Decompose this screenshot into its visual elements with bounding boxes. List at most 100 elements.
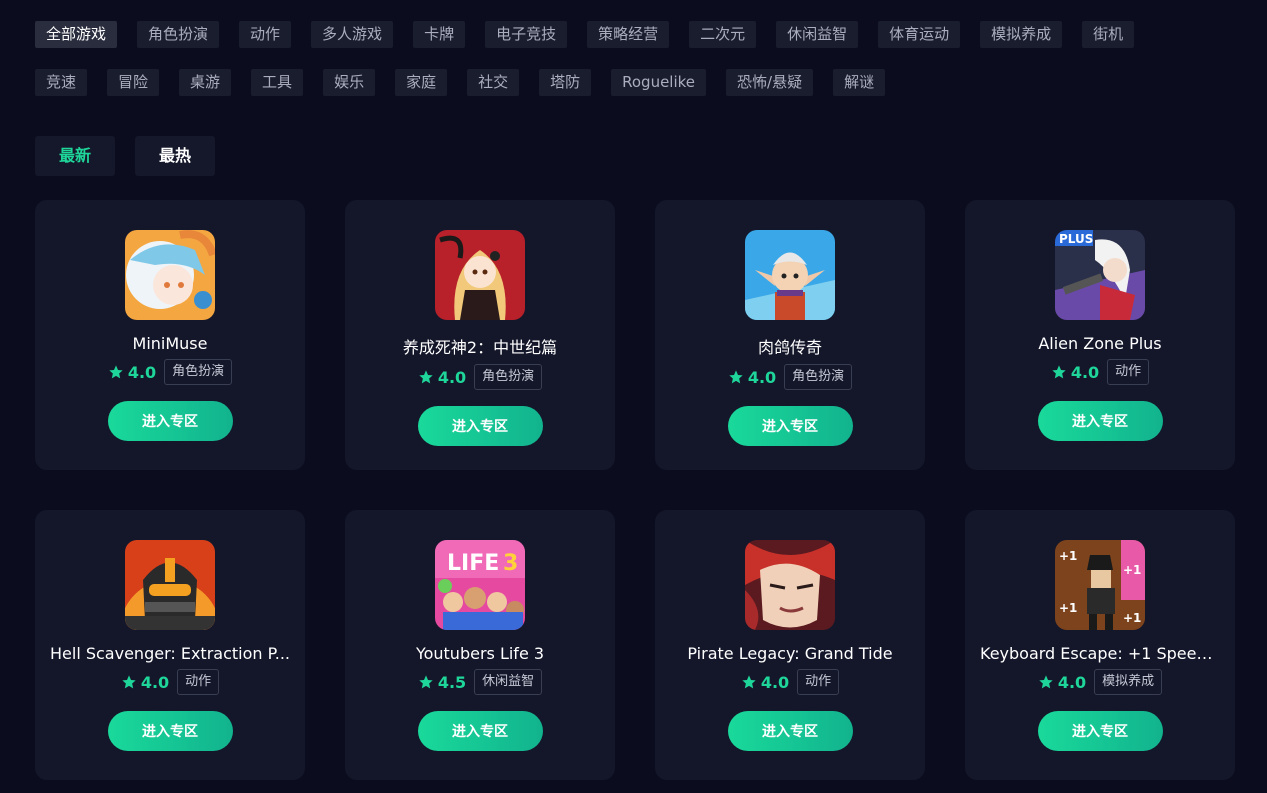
- category-tab-tower-defense[interactable]: 塔防: [539, 69, 592, 96]
- sort-tabs: 最新 最热: [35, 136, 215, 176]
- category-tab-action[interactable]: 动作: [239, 21, 292, 48]
- enter-zone-button[interactable]: 进入专区: [1037, 711, 1163, 751]
- star-icon: [109, 365, 123, 379]
- game-meta: 4.0 角色扮演: [418, 364, 543, 390]
- game-card[interactable]: Pirate Legacy: Grand Tide 4.0 动作 进入专区: [655, 510, 925, 780]
- svg-text:LIFE: LIFE: [447, 551, 499, 576]
- game-meta: 4.0 模拟养成: [1038, 669, 1163, 695]
- enter-zone-button[interactable]: 进入专区: [417, 711, 543, 751]
- game-title[interactable]: Hell Scavenger: Extraction P...: [50, 644, 290, 663]
- category-row-2: 竞速 冒险 桌游 工具 娱乐 家庭 社交 塔防 Roguelike 恐怖/悬疑 …: [35, 69, 886, 96]
- game-card[interactable]: 肉鸽传奇 4.0 角色扮演 进入专区: [655, 200, 925, 470]
- category-tab-social[interactable]: 社交: [467, 69, 520, 96]
- game-rating: 4.0: [1051, 363, 1099, 382]
- game-card[interactable]: MiniMuse 4.0 角色扮演 进入专区: [35, 200, 305, 470]
- category-tab-sports[interactable]: 体育运动: [878, 21, 961, 48]
- enter-zone-button[interactable]: 进入专区: [727, 711, 853, 751]
- star-icon: [742, 675, 756, 689]
- sort-hottest-button[interactable]: 最热: [135, 136, 215, 176]
- category-tab-family[interactable]: 家庭: [395, 69, 448, 96]
- category-tab-simulation[interactable]: 模拟养成: [980, 21, 1063, 48]
- rating-value: 4.0: [747, 367, 777, 387]
- genre-tag: 角色扮演: [474, 364, 543, 390]
- rating-value: 4.0: [1057, 672, 1087, 692]
- game-rating: 4.0: [728, 368, 776, 387]
- svg-text:PLUS: PLUS: [1059, 232, 1093, 246]
- category-tab-strategy[interactable]: 策略经营: [587, 21, 670, 48]
- category-tab-horror[interactable]: 恐怖/悬疑: [726, 69, 814, 96]
- enter-zone-button[interactable]: 进入专区: [107, 711, 233, 751]
- game-title[interactable]: 肉鸽传奇: [670, 334, 910, 358]
- game-rating: 4.0: [1038, 673, 1086, 692]
- rating-value: 4.0: [1070, 362, 1100, 382]
- sort-latest-button[interactable]: 最新: [35, 136, 115, 176]
- star-icon: [729, 370, 743, 384]
- game-card[interactable]: 养成死神2：中世纪篇 4.0 角色扮演 进入专区: [345, 200, 615, 470]
- category-tab-rpg[interactable]: 角色扮演: [137, 21, 220, 48]
- game-meta: 4.0 动作: [121, 669, 220, 695]
- category-tab-racing[interactable]: 竞速: [35, 69, 88, 96]
- elf-warrior-icon[interactable]: [745, 230, 835, 320]
- game-title[interactable]: Pirate Legacy: Grand Tide: [670, 644, 910, 663]
- game-card[interactable]: PLUS Alien Zone Plus 4.0 动作 进入专区: [965, 200, 1235, 470]
- star-icon: [122, 675, 136, 689]
- category-tab-entertainment[interactable]: 娱乐: [323, 69, 376, 96]
- svg-text:+1: +1: [1059, 549, 1077, 563]
- game-card[interactable]: LIFE 3 Youtubers Life 3 4.5 休闲益智 进入专区: [345, 510, 615, 780]
- svg-text:+1: +1: [1123, 563, 1141, 577]
- genre-tag: 角色扮演: [164, 359, 233, 385]
- game-title[interactable]: Youtubers Life 3: [360, 644, 600, 663]
- category-tab-card[interactable]: 卡牌: [413, 21, 466, 48]
- rating-value: 4.0: [140, 672, 170, 692]
- game-rating: 4.0: [108, 363, 156, 382]
- game-library-page: 全部游戏 角色扮演 动作 多人游戏 卡牌 电子竞技 策略经营 二次元 休闲益智 …: [0, 0, 1267, 793]
- rating-value: 4.0: [760, 672, 790, 692]
- genre-tag: 动作: [797, 669, 840, 695]
- category-tab-tools[interactable]: 工具: [251, 69, 304, 96]
- game-meta: 4.0 角色扮演: [108, 359, 233, 385]
- game-meta: 4.0 角色扮演: [728, 364, 853, 390]
- category-tab-multiplayer[interactable]: 多人游戏: [311, 21, 394, 48]
- game-rating: 4.0: [121, 673, 169, 692]
- category-tab-adventure[interactable]: 冒险: [107, 69, 160, 96]
- game-title[interactable]: 养成死神2：中世纪篇: [360, 334, 600, 358]
- armored-soldier-icon[interactable]: [125, 540, 215, 630]
- category-tab-esports[interactable]: 电子竞技: [485, 21, 568, 48]
- game-title[interactable]: MiniMuse: [50, 334, 290, 353]
- reaper-girl-icon[interactable]: [435, 230, 525, 320]
- category-tab-board[interactable]: 桌游: [179, 69, 232, 96]
- genre-tag: 休闲益智: [474, 669, 543, 695]
- rating-value: 4.5: [437, 672, 467, 692]
- svg-text:+1: +1: [1059, 601, 1077, 615]
- youtubers-crowd-icon[interactable]: LIFE 3: [435, 540, 525, 630]
- game-rating: 4.0: [741, 673, 789, 692]
- enter-zone-button[interactable]: 进入专区: [727, 406, 853, 446]
- svg-text:3: 3: [503, 551, 518, 576]
- category-tab-puzzle[interactable]: 解谜: [833, 69, 886, 96]
- category-tab-all[interactable]: 全部游戏: [35, 21, 118, 48]
- game-meta: 4.0 动作: [741, 669, 840, 695]
- gunner-girl-icon[interactable]: PLUS: [1055, 230, 1145, 320]
- genre-tag: 动作: [177, 669, 220, 695]
- category-tab-roguelike[interactable]: Roguelike: [611, 69, 707, 96]
- game-title[interactable]: Alien Zone Plus: [980, 334, 1220, 353]
- category-tab-anime[interactable]: 二次元: [689, 21, 757, 48]
- anime-girl-icon[interactable]: [125, 230, 215, 320]
- svg-text:+1: +1: [1123, 611, 1141, 625]
- enter-zone-button[interactable]: 进入专区: [1037, 401, 1163, 441]
- game-title[interactable]: Keyboard Escape: +1 Speed ...: [980, 644, 1220, 663]
- enter-zone-button[interactable]: 进入专区: [107, 401, 233, 441]
- enter-zone-button[interactable]: 进入专区: [417, 406, 543, 446]
- star-icon: [419, 370, 433, 384]
- game-rating: 4.0: [418, 368, 466, 387]
- keyboard-runner-icon[interactable]: +1 +1 +1 +1: [1055, 540, 1145, 630]
- game-card[interactable]: +1 +1 +1 +1 Keyboard Escape: +1 Speed ... 4…: [965, 510, 1235, 780]
- game-card[interactable]: Hell Scavenger: Extraction P... 4.0 动作 进…: [35, 510, 305, 780]
- rating-value: 4.0: [127, 362, 157, 382]
- genre-tag: 动作: [1107, 359, 1150, 385]
- pirate-face-icon[interactable]: [745, 540, 835, 630]
- star-icon: [1052, 365, 1066, 379]
- category-tab-arcade[interactable]: 街机: [1082, 21, 1135, 48]
- category-tab-casual[interactable]: 休闲益智: [776, 21, 859, 48]
- game-meta: 4.5 休闲益智: [418, 669, 543, 695]
